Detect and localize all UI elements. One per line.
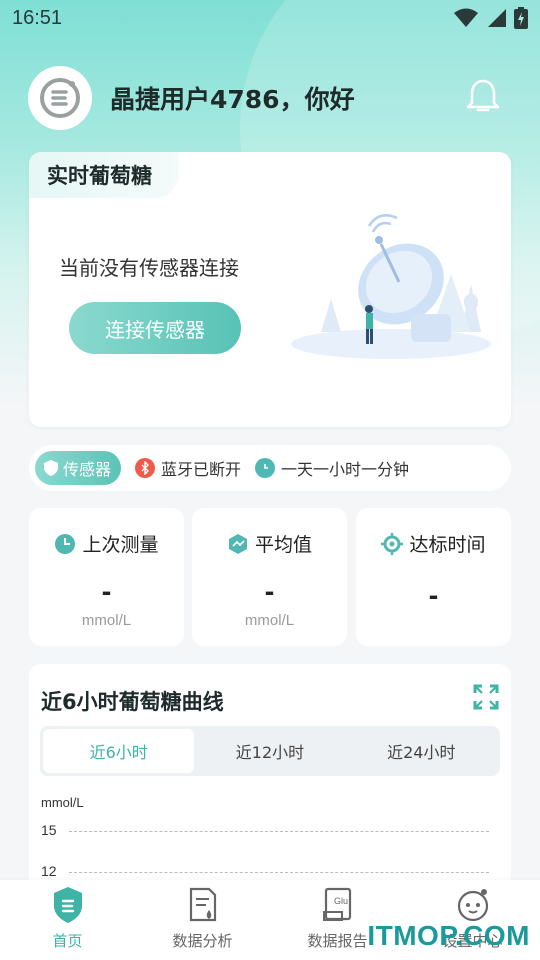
target-time-card[interactable]: 达标时间 - <box>356 508 511 646</box>
average-icon <box>228 533 247 554</box>
svg-text:Glu: Glu <box>334 896 348 906</box>
fullscreen-icon <box>473 684 499 710</box>
stat-value: - <box>264 578 275 606</box>
nav-label: 首页 <box>52 932 83 950</box>
greeting: 晶捷用户4786，你好 <box>110 85 355 114</box>
nav-home[interactable]: 首页 <box>0 880 135 960</box>
clock-icon <box>55 533 76 554</box>
curve-title: 近6小时葡萄糖曲线 <box>41 690 224 714</box>
status-bar: 16:51 <box>0 0 540 36</box>
battery-icon <box>514 7 528 29</box>
stat-title: 达标时间 <box>409 534 486 556</box>
avatar[interactable] <box>28 66 92 130</box>
signal-icon <box>488 9 506 27</box>
sensor-pill[interactable]: 传感器 <box>35 451 122 485</box>
wifi-icon <box>454 8 478 27</box>
bluetooth-icon <box>135 458 156 478</box>
tab-6h[interactable]: 近6小时 <box>43 729 195 773</box>
stat-title: 上次测量 <box>82 534 159 556</box>
nav-label: 数据分析 <box>172 932 233 950</box>
satellite-dish-illustration <box>291 214 491 359</box>
stat-value: - <box>428 582 439 610</box>
time-range-tabs: 近6小时 近12小时 近24小时 <box>40 726 500 776</box>
wear-duration-text: 一天一小时一分钟 <box>281 460 410 479</box>
logo-icon <box>40 78 80 118</box>
y-tick-label: 15 <box>41 822 57 838</box>
glucose-curve-card: 近6小时葡萄糖曲线 近6小时 近12小时 近24小时 mmol/L 15 12 <box>29 664 511 904</box>
bluetooth-status-text: 蓝牙已断开 <box>161 460 242 479</box>
profile-icon <box>457 889 488 922</box>
header: 晶捷用户4786，你好 <box>28 66 512 130</box>
y-axis-unit: mmol/L <box>41 795 84 810</box>
status-icons <box>454 7 528 29</box>
status-time: 16:51 <box>12 6 63 29</box>
connect-sensor-button[interactable]: 连接传感器 <box>69 302 241 354</box>
last-measurement-card[interactable]: 上次测量 - mmol/L <box>29 508 184 646</box>
expand-button[interactable] <box>473 684 499 714</box>
analysis-icon <box>189 887 216 922</box>
y-tick-label: 12 <box>41 863 57 879</box>
gridline <box>69 872 489 873</box>
report-icon: Glu <box>322 887 351 921</box>
sensor-status-bar: 传感器 蓝牙已断开 一天一小时一分钟 <box>29 445 511 491</box>
home-icon <box>53 887 82 923</box>
stat-unit: mmol/L <box>244 612 295 629</box>
tab-24h[interactable]: 近24小时 <box>346 729 497 773</box>
clock-icon <box>255 458 276 478</box>
realtime-tab: 实时葡萄糖 <box>29 152 179 198</box>
no-sensor-message: 当前没有传感器连接 <box>59 256 239 280</box>
sensor-icon <box>44 460 58 476</box>
average-card[interactable]: 平均值 - mmol/L <box>192 508 347 646</box>
nav-label: 数据报告 <box>307 932 368 950</box>
nav-analysis[interactable]: 数据分析 <box>135 880 270 960</box>
bell-icon <box>466 79 500 112</box>
notification-button[interactable] <box>466 78 500 118</box>
wear-duration: 一天一小时一分钟 <box>255 456 409 480</box>
sensor-label: 传感器 <box>63 460 112 479</box>
stat-value: - <box>101 578 112 606</box>
tab-12h[interactable]: 近12小时 <box>194 729 345 773</box>
bluetooth-status: 蓝牙已断开 <box>135 456 241 480</box>
realtime-glucose-card: 实时葡萄糖 当前没有传感器连接 连接传感器 <box>29 152 511 427</box>
target-icon <box>381 532 404 555</box>
gridline <box>69 831 489 832</box>
stat-unit: mmol/L <box>81 612 132 629</box>
stat-title: 平均值 <box>254 534 312 556</box>
watermark: ITMOP.COM <box>367 920 530 951</box>
